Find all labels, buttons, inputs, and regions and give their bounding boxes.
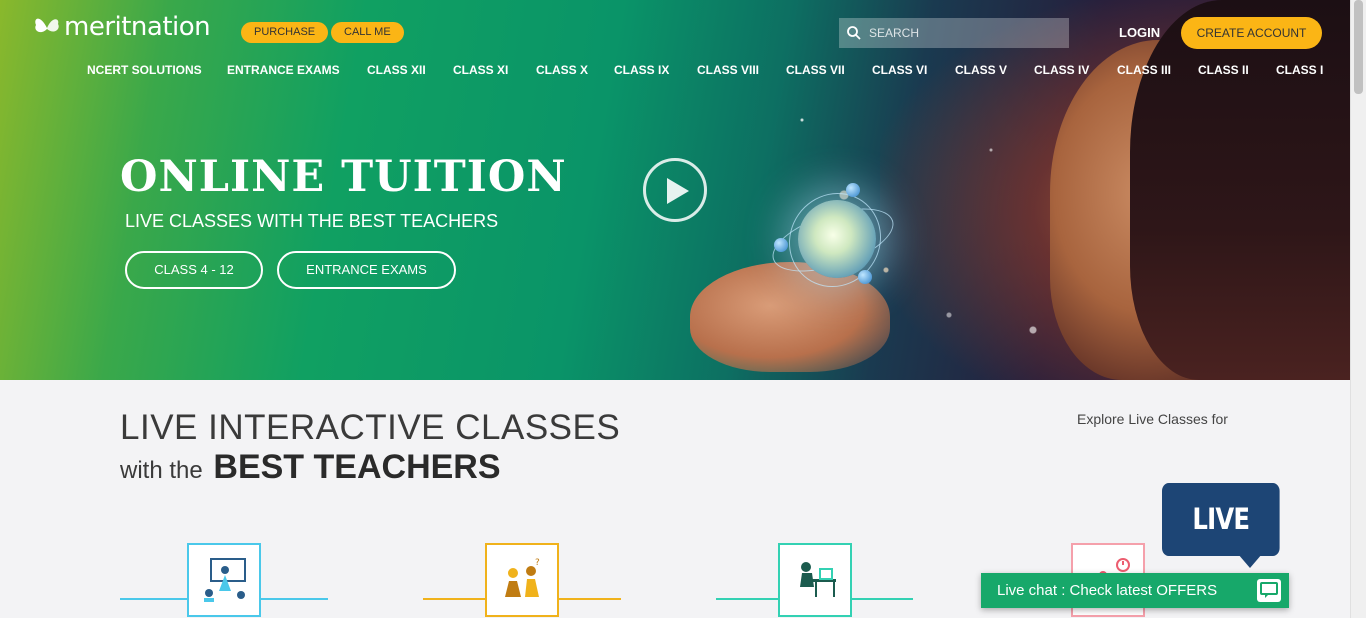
nav-class-viii[interactable]: CLASS VIII xyxy=(697,63,759,77)
meritnation-logo[interactable]: meritnation xyxy=(32,12,211,42)
feature-study-card xyxy=(778,543,852,617)
nav-class-x[interactable]: CLASS X xyxy=(536,63,588,77)
nav-class-iv[interactable]: CLASS IV xyxy=(1034,63,1089,77)
section-subtitle: with the BEST TEACHERS xyxy=(120,448,501,487)
electron-icon xyxy=(858,270,872,284)
nav-ncert-solutions[interactable]: NCERT SOLUTIONS xyxy=(87,63,202,77)
nav-class-vii[interactable]: CLASS VII xyxy=(786,63,845,77)
electron-icon xyxy=(774,238,788,252)
login-link[interactable]: LOGIN xyxy=(1119,25,1160,40)
entrance-exams-button[interactable]: ENTRANCE EXAMS xyxy=(277,251,456,289)
hero-title: ONLINE TUITION xyxy=(120,152,567,202)
search-icon xyxy=(847,26,861,40)
chat-icon xyxy=(1260,582,1278,598)
section-title: LIVE INTERACTIVE CLASSES xyxy=(120,408,621,447)
hero-model-hair xyxy=(1130,0,1350,380)
nav-entrance-exams[interactable]: ENTRANCE EXAMS xyxy=(227,63,340,77)
search-input[interactable] xyxy=(869,26,1059,40)
hero-banner: meritnation PURCHASE CALL ME LOGIN CREAT… xyxy=(0,0,1350,380)
create-account-button[interactable]: CREATE ACCOUNT xyxy=(1181,17,1322,49)
search-box[interactable] xyxy=(839,18,1069,48)
atom-globe-icon xyxy=(798,200,876,278)
nav-class-xii[interactable]: CLASS XII xyxy=(367,63,426,77)
class-4-12-button[interactable]: CLASS 4 - 12 xyxy=(125,251,263,289)
purchase-button[interactable]: PURCHASE xyxy=(241,22,329,43)
butterfly-logo-icon xyxy=(35,18,59,33)
explore-label: Explore Live Classes for xyxy=(1077,411,1228,427)
play-video-button[interactable] xyxy=(643,158,707,222)
class-nav: NCERT SOLUTIONS ENTRANCE EXAMS CLASS XII… xyxy=(0,63,1350,79)
nav-class-iii[interactable]: CLASS III xyxy=(1117,63,1171,77)
live-chat-bubble-tail xyxy=(1238,554,1262,568)
section-subtitle-prefix: with the xyxy=(120,457,203,484)
nav-class-vi[interactable]: CLASS VI xyxy=(872,63,927,77)
play-icon xyxy=(667,178,689,204)
live-chat-bar[interactable]: Live chat : Check latest OFFERS xyxy=(981,573,1289,608)
feature-teacher-card xyxy=(187,543,261,617)
hero-subtitle: LIVE CLASSES WITH THE BEST TEACHERS xyxy=(125,211,499,231)
scrollbar-thumb[interactable] xyxy=(1354,0,1363,94)
live-chat-bubble[interactable]: LIVE CHAT xyxy=(1162,483,1280,609)
svg-text:?: ? xyxy=(535,558,540,568)
live-chat-text: Live chat : Check latest OFFERS xyxy=(997,582,1218,599)
chat-open-button[interactable] xyxy=(1257,579,1281,602)
call-me-button[interactable]: CALL ME xyxy=(331,22,404,43)
nav-class-i[interactable]: CLASS I xyxy=(1276,63,1323,77)
brand-name: meritnation xyxy=(64,12,211,42)
nav-class-v[interactable]: CLASS V xyxy=(955,63,1007,77)
page: meritnation PURCHASE CALL ME LOGIN CREAT… xyxy=(0,0,1366,618)
nav-class-xi[interactable]: CLASS XI xyxy=(453,63,508,77)
section-subtitle-bold: BEST TEACHERS xyxy=(213,448,501,486)
nav-class-ii[interactable]: CLASS II xyxy=(1198,63,1249,77)
nav-class-ix[interactable]: CLASS IX xyxy=(614,63,669,77)
student-desk-icon xyxy=(800,562,836,597)
feature-discussion-card: ? xyxy=(485,543,559,617)
page-scrollbar[interactable] xyxy=(1350,0,1366,618)
discussion-icon: ? xyxy=(505,558,540,597)
electron-icon xyxy=(846,183,860,197)
teacher-board-icon xyxy=(204,558,246,602)
